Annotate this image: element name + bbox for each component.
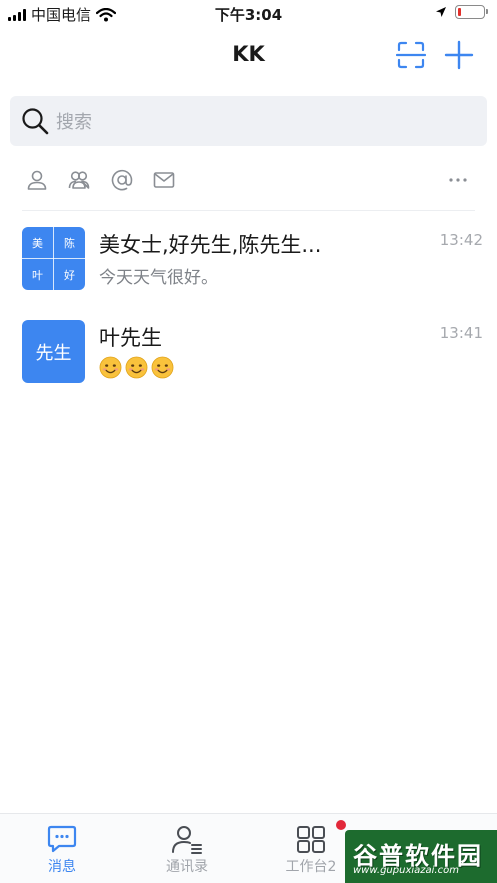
conversation-item[interactable]: 美 陈 叶 好 美女士,好先生,陈先生... 今天天气很好。 13:42 (0, 227, 497, 307)
search-placeholder: 搜索 (56, 112, 92, 133)
tab-contacts[interactable]: 通讯录 (132, 814, 242, 883)
battery-icon (455, 5, 488, 19)
avatar-cell: 美 (32, 236, 43, 250)
conversation-time: 13:42 (439, 231, 483, 249)
conversation-name: 美女士,好先生,陈先生... (99, 233, 322, 257)
mail-icon[interactable] (152, 168, 176, 192)
contact-avatar: 先生 (22, 320, 85, 383)
person-icon[interactable] (25, 168, 49, 192)
plus-icon[interactable] (444, 40, 474, 70)
smiley-emoji (99, 356, 122, 379)
avatar-cell: 陈 (64, 236, 75, 250)
nav-bar: KK (0, 28, 497, 84)
avatar-cell: 叶 (32, 268, 43, 282)
conversation-preview: 今天天气很好。 (99, 268, 218, 288)
location-arrow-icon (436, 7, 446, 17)
group-avatar: 美 陈 叶 好 (22, 227, 85, 290)
at-icon[interactable] (110, 168, 134, 192)
tab-label: 通讯录 (166, 859, 208, 875)
contacts-icon (172, 826, 202, 854)
divider (22, 210, 475, 211)
notification-badge (336, 820, 346, 830)
tab-label: 消息 (48, 859, 76, 875)
conversation-item[interactable]: 先生 叶先生 13:41 (0, 320, 497, 400)
workbench-icon (297, 826, 325, 853)
status-bar: 中国电信 下午3:04 (0, 0, 497, 28)
status-time: 下午3:04 (214, 6, 283, 24)
filter-row (0, 160, 497, 200)
chat-icon (47, 825, 77, 853)
search-icon (22, 108, 49, 135)
group-icon[interactable] (67, 168, 91, 192)
avatar-cell: 好 (64, 268, 75, 282)
smiley-emoji (125, 356, 148, 379)
search-bar[interactable]: 搜索 (10, 96, 487, 146)
status-right (435, 5, 488, 19)
conversation-preview (99, 356, 174, 379)
watermark-url: www.gupuxiazai.com (353, 865, 459, 876)
smiley-emoji (151, 356, 174, 379)
conversation-time: 13:41 (439, 324, 483, 342)
battery-level (458, 8, 461, 16)
avatar-divider (22, 258, 85, 259)
scan-icon[interactable] (396, 40, 426, 70)
watermark-logo: 谷普软件园 www.gupuxiazai.com (345, 830, 497, 883)
conversation-name: 叶先生 (99, 326, 162, 350)
tab-messages[interactable]: 消息 (7, 814, 117, 883)
more-icon[interactable] (446, 168, 470, 192)
